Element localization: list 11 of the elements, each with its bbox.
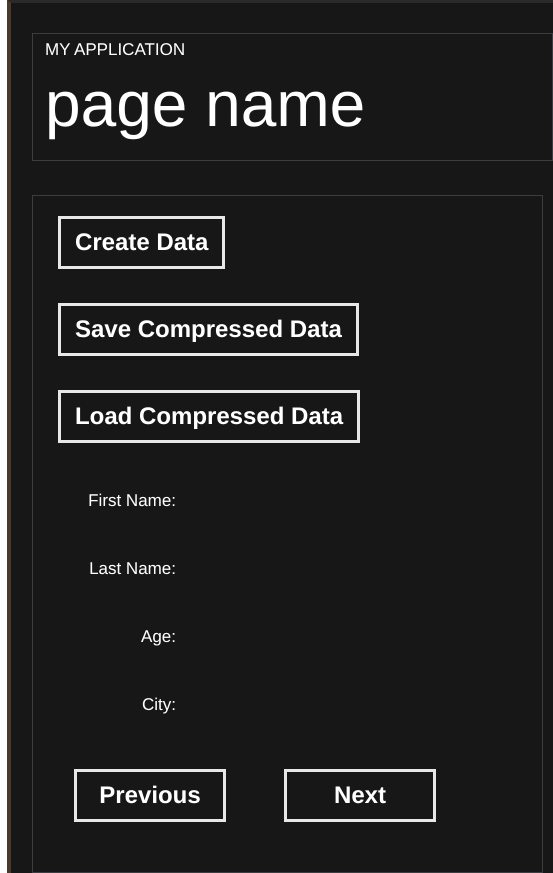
field-label: Age: <box>141 626 176 648</box>
action-button[interactable]: Load Compressed Data <box>58 390 360 443</box>
page-title: page name <box>45 67 366 142</box>
field-label: City: <box>142 694 176 716</box>
navigation-button[interactable]: Next <box>284 769 436 822</box>
field-label: First Name: <box>88 490 176 512</box>
app-title: MY APPLICATION <box>45 40 186 60</box>
action-button[interactable]: Save Compressed Data <box>58 303 359 356</box>
action-button[interactable]: Create Data <box>58 216 226 269</box>
field-label: Last Name: <box>89 558 176 580</box>
navigation-button[interactable]: Previous <box>74 769 226 822</box>
